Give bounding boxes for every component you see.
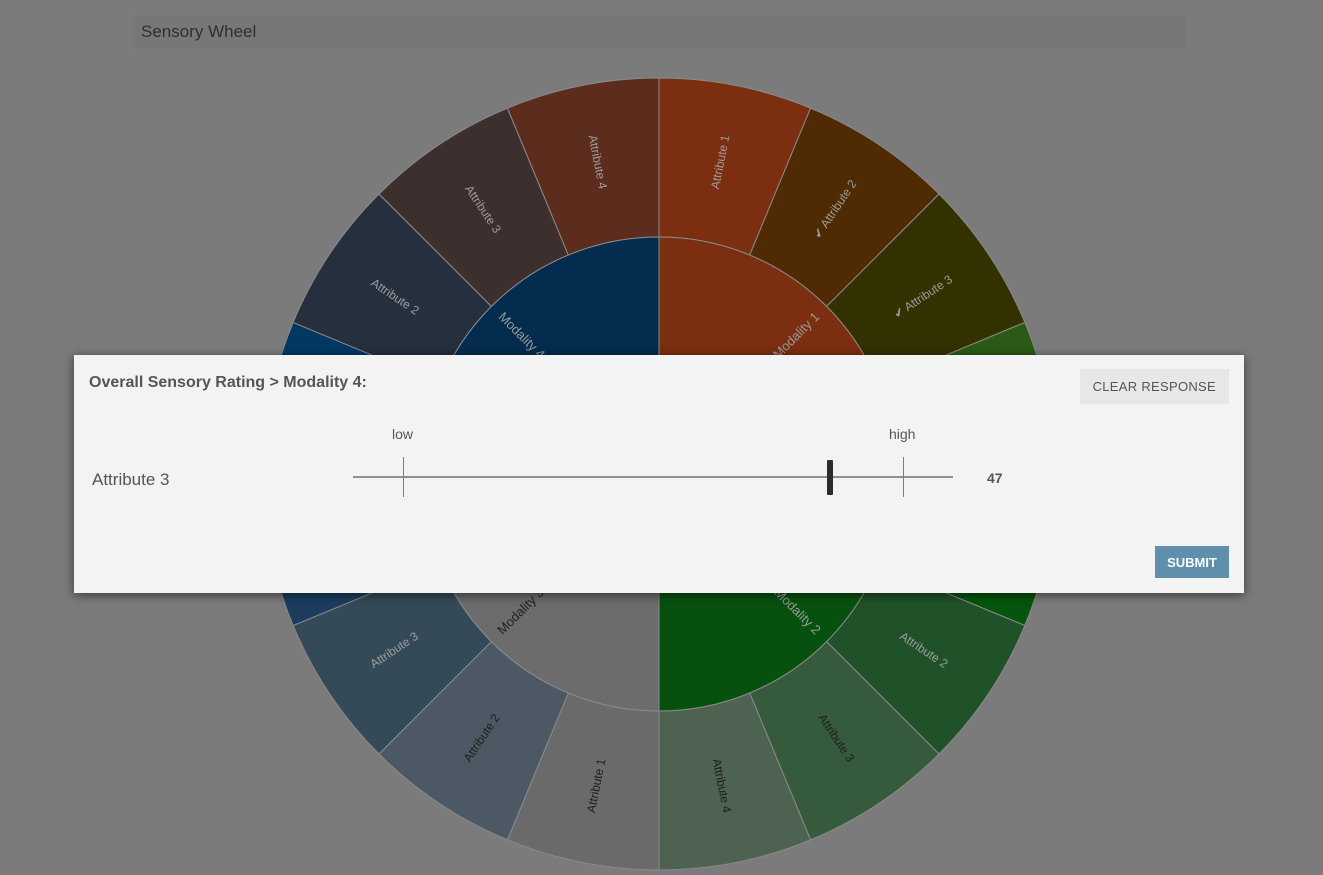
attribute-label: Attribute 3	[92, 470, 170, 489]
rating-slider[interactable]	[353, 455, 953, 500]
clear-response-button[interactable]: CLEAR RESPONSE	[1079, 369, 1229, 404]
slider-thumb[interactable]	[827, 460, 834, 495]
slider-track[interactable]	[353, 476, 953, 478]
dialog-title: Overall Sensory Rating > Modality 4:	[89, 374, 367, 391]
scale-high-label: high	[889, 426, 916, 442]
slider-high-tick	[903, 457, 904, 497]
rating-dialog: Overall Sensory Rating > Modality 4: CLE…	[74, 355, 1244, 593]
page: Sensory Wheel Attribute 1 ✔ Attribute 2 ✔ …	[0, 0, 1323, 875]
rating-value: 47	[987, 470, 1003, 486]
slider-low-tick	[403, 457, 404, 497]
submit-button[interactable]: SUBMIT	[1155, 546, 1229, 578]
scale-low-label: low	[392, 426, 414, 442]
